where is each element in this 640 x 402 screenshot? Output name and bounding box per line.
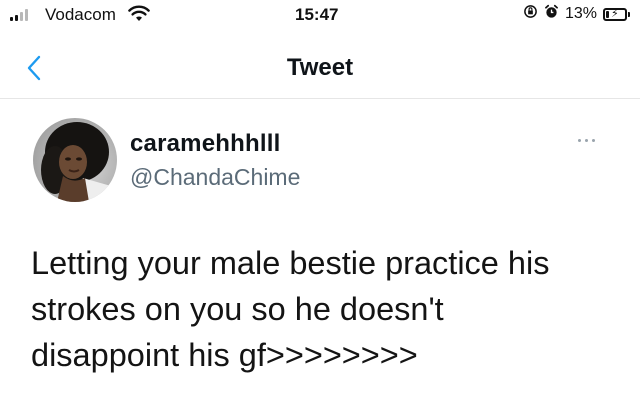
- rotation-lock-icon: [523, 4, 538, 24]
- tweet-screen: Vodacom 15:47 13% ⚡ Tweet caramehhhlll @…: [0, 0, 640, 402]
- battery-charging-icon: ⚡: [603, 7, 627, 21]
- page-title: Tweet: [286, 54, 354, 81]
- wifi-icon: [128, 5, 150, 28]
- profile-photo: [33, 118, 117, 202]
- status-bar: Vodacom 15:47 13% ⚡: [0, 0, 640, 34]
- nav-bar: Tweet: [0, 34, 640, 99]
- display-name[interactable]: caramehhhlll: [130, 130, 280, 158]
- battery-percent: 13%: [564, 5, 597, 22]
- user-handle[interactable]: @ChandaChime: [130, 164, 300, 191]
- tweet-text-line: strokes on you so he doesn't: [31, 291, 444, 327]
- alarm-icon: [544, 4, 559, 24]
- status-indicators: 13% ⚡: [523, 4, 630, 24]
- tweet-text: Letting your male bestie practice his st…: [31, 240, 621, 378]
- more-options-button[interactable]: [578, 132, 604, 148]
- avatar[interactable]: [33, 118, 117, 202]
- carrier-name: Vodacom: [45, 5, 116, 24]
- tweet-text-line: disappoint his gf>>>>>>>>: [31, 337, 418, 373]
- signal-strength-icon: [10, 9, 28, 21]
- status-time: 15:47: [295, 5, 339, 24]
- more-horizontal-icon: [578, 138, 581, 142]
- tweet-text-line: Letting your male bestie practice his: [31, 245, 550, 281]
